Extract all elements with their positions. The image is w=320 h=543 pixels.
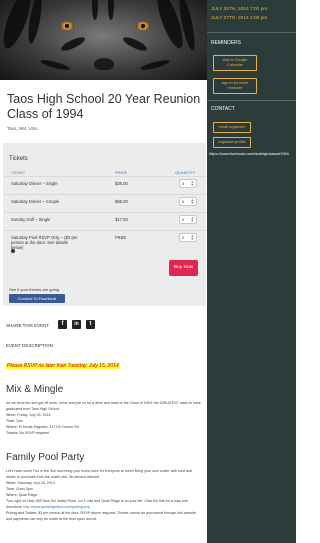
tiger-left-eye — [60, 22, 74, 30]
facebook-page-link[interactable]: https://www.facebook.com/taoshighclassof… — [209, 152, 289, 156]
ticket-price: FREE — [115, 235, 127, 240]
organizer-profile-button[interactable]: organizer profile — [213, 137, 251, 148]
ticket-name: Saturday Dinner – Single — [11, 181, 58, 186]
twitter-share-icon[interactable]: t — [86, 320, 95, 329]
quantity-select[interactable]: 0 ▲ ▼ — [179, 233, 197, 242]
when-value: Friday, July 25, 2014 — [17, 413, 51, 417]
quantity-value: 0 — [182, 181, 185, 186]
quantity-value: 0 — [182, 199, 185, 204]
where-value: Quail Ridge — [18, 493, 38, 497]
tickets-label: Tickets: — [6, 431, 19, 435]
pool-pricing: Pricing and Tickets: $3 per person at th… — [6, 510, 202, 522]
sidebar: JULY 25TH, 2014 7:00 pm JULY 27TH, 2014 … — [207, 0, 296, 543]
spinner-icon: ▲ ▼ — [190, 180, 194, 187]
when-label: When: — [6, 481, 17, 485]
ticket-price: $35.00 — [115, 181, 128, 186]
facebook-share-icon[interactable]: f — [58, 320, 67, 329]
event-dates: JULY 25TH, 2014 7:00 pm JULY 27TH, 2014 … — [211, 6, 267, 23]
pool-directions: Turn right on Hwy 150/Taos Ski Valley Ro… — [6, 498, 202, 510]
event-title: Taos High School 20 Year Reunion Class o… — [7, 92, 201, 121]
spinner-icon: ▲ ▼ — [190, 216, 194, 223]
ticket-price: $65.00 — [115, 199, 128, 204]
where-label: Where: — [6, 425, 18, 429]
mix-mingle-heading: Mix & Mingle — [6, 384, 64, 395]
date-line: JULY 27TH, 2014 1:00 pm — [211, 15, 268, 21]
ticket-row: Saturday Dinner – Couple $65.00 0 ▲ ▼ — [3, 194, 206, 212]
pool-party-heading: Family Pool Party — [6, 452, 85, 463]
pool-intro-note: No alcohol allowed. — [68, 475, 101, 479]
pricing-value: $3 per person at the door. — [38, 511, 80, 515]
mix-mingle-details: As we all arrive and get off work, come … — [6, 400, 202, 436]
connect-facebook-button[interactable]: Connect To Facebook — [9, 294, 65, 303]
quantity-value: 0 — [182, 235, 185, 240]
buy-now-button[interactable]: Buy Now — [169, 260, 198, 276]
time-value: 11am-3pm — [15, 487, 33, 491]
quantity-select[interactable]: 0 ▲ ▼ — [179, 197, 197, 206]
reminders-heading: REMINDERS — [211, 40, 242, 46]
spinner-icon: ▲ ▼ — [190, 234, 194, 241]
description-heading: EVENT DESCRIPTION — [6, 343, 53, 348]
divider — [207, 32, 296, 33]
where-value: El Monte Sagrado, 317 Kit Carson Rd — [18, 425, 79, 429]
date-line: JULY 25TH, 2014 7:00 pm — [211, 7, 268, 12]
hero-tiger-image — [0, 0, 207, 80]
mix-intro: As we all arrive and get off work, come … — [6, 401, 201, 411]
tickets-heading: Tickets — [9, 156, 28, 162]
when-label: When: — [6, 413, 17, 417]
friends-prompt: See if your friends are going — [9, 287, 60, 292]
ticket-column-header: TICKET — [11, 170, 26, 175]
quantity-value: 0 — [182, 217, 185, 222]
ticket-row: Saturday Dinner – Single $35.00 0 ▲ ▼ — [3, 176, 206, 194]
quantity-select[interactable]: 0 ▲ ▼ — [179, 179, 197, 188]
tickets-value: No RSVP required — [19, 431, 49, 435]
ticket-row: Saturday Pool RSVP Only – ($3 per person… — [3, 230, 206, 254]
event-location: Taos, NM, USA — [7, 126, 38, 131]
quantity-select[interactable]: 0 ▲ ▼ — [179, 215, 197, 224]
rsvp-deadline-note: Please RSVP no later than Tuesday, July … — [6, 363, 120, 369]
ticket-row: Sunday Golf – Single $17.00 0 ▲ ▼ — [3, 212, 206, 230]
spinner-icon: ▲ ▼ — [190, 198, 194, 205]
time-value: 7pm — [15, 419, 23, 423]
share-label: SHARE THIS EVENT — [6, 323, 50, 328]
email-organizer-button[interactable]: email organizer — [213, 122, 251, 133]
contact-heading: CONTACT — [211, 106, 235, 112]
linkedin-share-icon[interactable]: in — [72, 320, 81, 329]
time-label: Time: — [6, 419, 15, 423]
add-google-calendar-button[interactable]: Add to Google Calendar — [213, 55, 257, 71]
ticket-name: Saturday Pool RSVP Only – ($3 per person… — [11, 235, 78, 250]
main-content: Taos High School 20 Year Reunion Class o… — [0, 0, 207, 543]
divider — [207, 100, 296, 101]
when-value: Saturday, July 26, 2014 — [17, 481, 55, 485]
directions-link[interactable]: http://www.quailridgetaos.com/getting.ph… — [23, 505, 90, 509]
tiger-right-eye — [136, 22, 150, 30]
quantity-column-header: QUANTITY — [175, 170, 196, 175]
info-icon[interactable] — [11, 249, 15, 253]
time-label: Time: — [6, 487, 15, 491]
price-column-header: PRICE — [115, 170, 128, 175]
ticket-name: Sunday Golf – Single — [11, 217, 51, 222]
sign-in-reminder-button[interactable]: sign in for event reminder — [213, 78, 257, 94]
where-label: Where: — [6, 493, 18, 497]
ticket-name: Saturday Dinner – Couple — [11, 199, 60, 204]
pricing-label: Pricing and Tickets: — [6, 511, 38, 515]
pool-intro: Let's have some Fun in the Sun and bring… — [6, 468, 202, 480]
ticket-price: $17.00 — [115, 217, 128, 222]
tickets-panel: Tickets TICKET PRICE QUANTITY Saturday D… — [3, 143, 206, 306]
mix-tickets: Tickets: No RSVP required — [6, 430, 202, 436]
pool-party-details: Let's have some Fun in the Sun and bring… — [6, 468, 202, 522]
